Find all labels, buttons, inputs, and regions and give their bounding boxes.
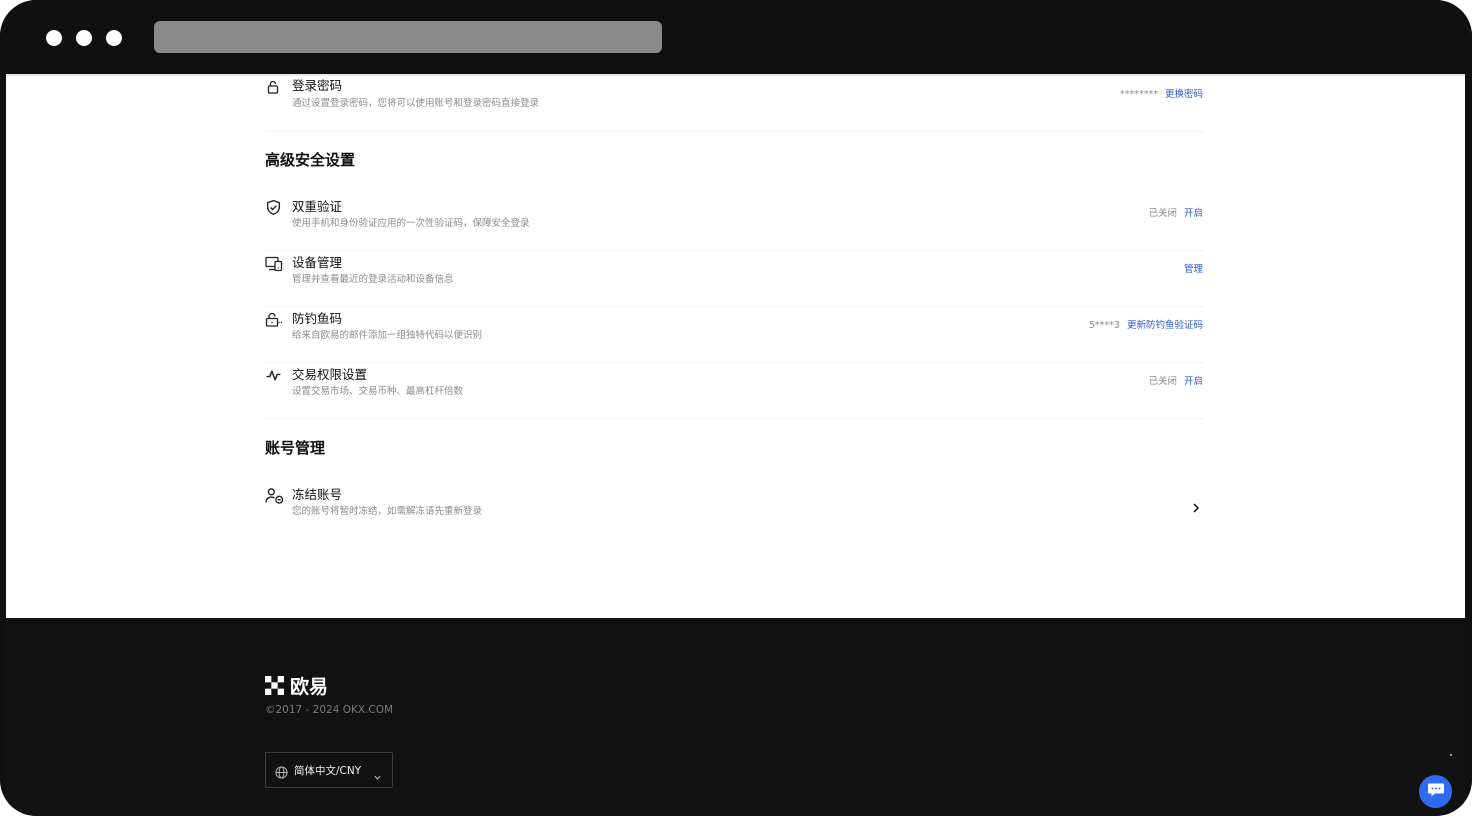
globe-icon: [275, 764, 288, 779]
chevron-right-icon[interactable]: [1189, 500, 1203, 514]
chat-support-button[interactable]: [1419, 775, 1452, 808]
window-dot-close[interactable]: [46, 30, 62, 46]
device-frame: 登录密码 通过设置登录密码，您将可以使用账号和登录密码直接登录 ********…: [0, 0, 1472, 816]
trading-permissions-desc: 设置交易市场、交易币种、最高杠杆倍数: [292, 386, 464, 397]
language-label: 简体中文/CNY: [294, 764, 362, 777]
anti-phishing-code: 5****3: [1088, 320, 1120, 331]
login-password-title: 登录密码: [292, 78, 343, 93]
language-selector[interactable]: 简体中文/CNY: [265, 752, 393, 788]
decorative-dot: [1450, 754, 1452, 756]
chat-bubble-icon: [1427, 781, 1445, 802]
site-footer: 欧易 ©2017 - 2024 OKX.COM 简体中文/CNY: [6, 618, 1465, 816]
account-management-heading: 账号管理: [265, 439, 326, 457]
shield-check-icon: [265, 199, 283, 217]
two-factor-title: 双重验证: [292, 199, 343, 214]
login-password-controls: ******** 更换密码: [1120, 86, 1203, 100]
change-password-link[interactable]: 更换密码: [1165, 89, 1203, 100]
brand-name: 欧易: [290, 675, 329, 698]
okx-logo-icon: [265, 675, 284, 695]
user-freeze-icon: [265, 487, 284, 505]
two-factor-controls: 已关闭 开启: [1148, 205, 1203, 219]
window-dot-maximize[interactable]: [106, 30, 122, 46]
device-management-title: 设备管理: [292, 255, 343, 270]
password-mask: ********: [1119, 89, 1158, 100]
anti-phishing-controls: 5****3 更新防钓鱼验证码: [1089, 317, 1203, 331]
devices-icon: [265, 255, 283, 273]
trading-permissions-title: 交易权限设置: [292, 367, 368, 382]
device-management-desc: 管理并查看最近的登录活动和设备信息: [292, 274, 454, 285]
lock-icon: [265, 79, 283, 97]
brand-logo[interactable]: 欧易: [265, 675, 328, 698]
freeze-account-row[interactable]: 冻结账号 您的账号将暂时冻结，如需解冻请先重新登录: [265, 483, 1203, 539]
anti-phishing-row: 防钓鱼码 给来自欧易的邮件添加一组独特代码以便识别 5****3 更新防钓鱼验证…: [265, 307, 1203, 363]
trading-permissions-status: 已关闭: [1148, 376, 1177, 387]
anti-phishing-desc: 给来自欧易的邮件添加一组独特代码以便识别: [292, 330, 483, 341]
activity-icon: [265, 367, 283, 385]
freeze-account-desc: 您的账号将暂时冻结，如需解冻请先重新登录: [292, 506, 483, 517]
advanced-security-heading: 高级安全设置: [265, 151, 356, 169]
device-management-row: 设备管理 管理并查看最近的登录活动和设备信息 管理: [265, 251, 1203, 307]
page-viewport: 登录密码 通过设置登录密码，您将可以使用账号和登录密码直接登录 ********…: [6, 74, 1465, 816]
window-dot-minimize[interactable]: [76, 30, 92, 46]
login-password-row: 登录密码 通过设置登录密码，您将可以使用账号和登录密码直接登录 ********…: [265, 76, 1203, 132]
update-anti-phishing-link[interactable]: 更新防钓鱼验证码: [1127, 320, 1203, 331]
enable-trading-permissions-link[interactable]: 开启: [1184, 376, 1203, 387]
device-management-controls: 管理: [1184, 261, 1203, 275]
two-factor-desc: 使用手机和身份验证应用的一次性验证码，保障安全登录: [292, 218, 530, 229]
browser-chrome: [0, 0, 1472, 74]
trading-permissions-controls: 已关闭 开启: [1148, 373, 1203, 387]
enable-two-factor-link[interactable]: 开启: [1184, 208, 1203, 219]
freeze-account-title: 冻结账号: [292, 487, 343, 502]
trading-permissions-row: 交易权限设置 设置交易市场、交易币种、最高杠杆倍数 已关闭 开启: [265, 363, 1203, 419]
chevron-down-icon: [373, 767, 382, 780]
two-factor-row: 双重验证 使用手机和身份验证应用的一次性验证码，保障安全登录 已关闭 开启: [265, 195, 1203, 251]
copyright: ©2017 - 2024 OKX.COM: [265, 704, 394, 716]
anti-phishing-title: 防钓鱼码: [292, 311, 343, 326]
address-bar[interactable]: [154, 21, 662, 53]
two-factor-status: 已关闭: [1148, 208, 1177, 219]
anti-phishing-lock-icon: [265, 311, 283, 329]
manage-devices-link[interactable]: 管理: [1184, 264, 1203, 275]
login-password-desc: 通过设置登录密码，您将可以使用账号和登录密码直接登录: [292, 98, 540, 109]
